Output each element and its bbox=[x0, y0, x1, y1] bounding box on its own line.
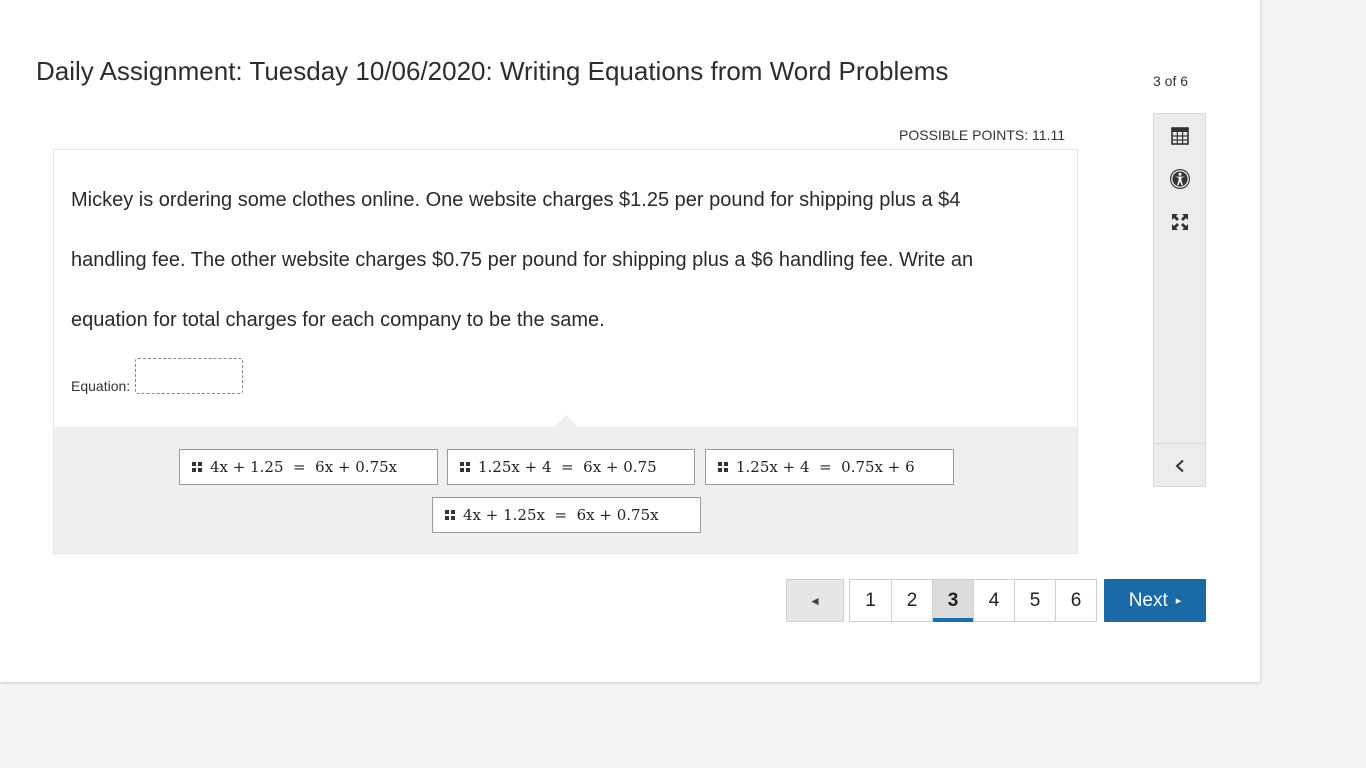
page-button-1[interactable]: 1 bbox=[850, 580, 891, 621]
page-button-2[interactable]: 2 bbox=[891, 580, 932, 621]
triangle-right-icon: ▸ bbox=[1175, 595, 1182, 607]
accessibility-button[interactable] bbox=[1154, 159, 1205, 199]
fullscreen-button[interactable] bbox=[1154, 202, 1205, 242]
choice-text: 4x + 1.25x = 6x + 0.75x bbox=[463, 506, 659, 524]
drag-handle-icon bbox=[192, 462, 202, 472]
tray-notch bbox=[554, 415, 578, 427]
page-button-4[interactable]: 4 bbox=[973, 580, 1014, 621]
page-button-3[interactable]: 3 bbox=[932, 580, 973, 622]
next-button[interactable]: Next ▸ bbox=[1104, 579, 1206, 622]
question-pagination: 1 2 3 4 5 6 bbox=[849, 579, 1097, 622]
previous-button[interactable]: ◄ bbox=[786, 579, 844, 622]
drag-handle-icon bbox=[445, 510, 455, 520]
drag-handle-icon bbox=[718, 462, 728, 472]
chevron-left-icon bbox=[1175, 459, 1184, 472]
question-progress: 3 of 6 bbox=[1153, 73, 1189, 89]
equation-label: Equation: bbox=[71, 378, 131, 394]
choice-tile-3[interactable]: 1.25x + 4 = 0.75x + 6 bbox=[705, 449, 954, 485]
equation-drop-zone[interactable] bbox=[135, 358, 243, 394]
choice-text: 1.25x + 4 = 0.75x + 6 bbox=[736, 458, 915, 476]
possible-points: POSSIBLE POINTS: 11.11 bbox=[899, 127, 1065, 143]
choice-tile-4[interactable]: 4x + 1.25x = 6x + 0.75x bbox=[432, 497, 701, 533]
tools-sidebar bbox=[1153, 113, 1206, 487]
choice-tile-1[interactable]: 4x + 1.25 = 6x + 0.75x bbox=[179, 449, 438, 485]
page-button-5[interactable]: 5 bbox=[1014, 580, 1055, 621]
drag-handle-icon bbox=[460, 462, 470, 472]
assignment-panel: Daily Assignment: Tuesday 10/06/2020: Wr… bbox=[0, 0, 1261, 682]
choice-tile-2[interactable]: 1.25x + 4 = 6x + 0.75 bbox=[447, 449, 695, 485]
accessibility-icon bbox=[1169, 169, 1190, 189]
fullscreen-icon bbox=[1171, 214, 1188, 230]
next-label: Next bbox=[1128, 589, 1168, 611]
collapse-sidebar-button[interactable] bbox=[1154, 443, 1205, 487]
triangle-left-icon: ◄ bbox=[809, 593, 821, 608]
question-card: Mickey is ordering some clothes online. … bbox=[53, 149, 1078, 554]
page-title: Daily Assignment: Tuesday 10/06/2020: Wr… bbox=[36, 56, 949, 86]
question-text: Mickey is ordering some clothes online. … bbox=[71, 189, 974, 331]
answer-choices-tray: 4x + 1.25 = 6x + 0.75x 1.25x + 4 = 6x + … bbox=[54, 415, 1077, 553]
page-button-6[interactable]: 6 bbox=[1055, 580, 1096, 621]
calculator-icon bbox=[1170, 127, 1189, 145]
choice-text: 4x + 1.25 = 6x + 0.75x bbox=[210, 458, 398, 476]
choice-text: 1.25x + 4 = 6x + 0.75 bbox=[478, 458, 657, 476]
calculator-button[interactable] bbox=[1154, 116, 1205, 156]
